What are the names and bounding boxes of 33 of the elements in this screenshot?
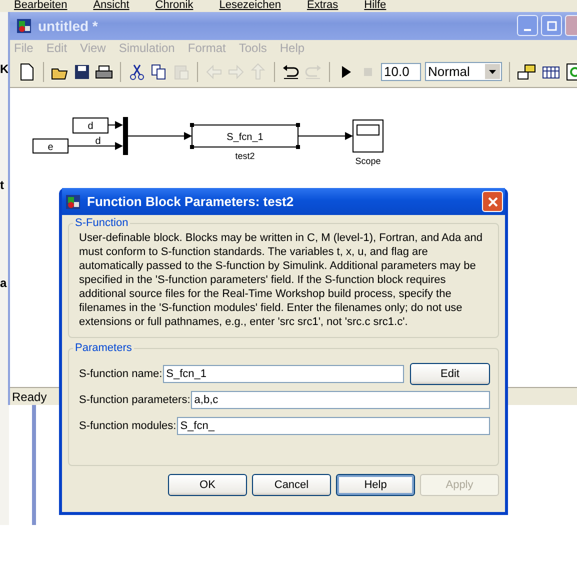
menu-item[interactable]: Extras — [306, 0, 338, 12]
input-field[interactable]: S_fcn_1 — [163, 364, 404, 382]
group-title: S-Function — [74, 217, 130, 229]
constant-block[interactable]: d — [72, 118, 108, 134]
text-fragment: a — [0, 276, 7, 290]
group-title: Parameters — [74, 342, 133, 354]
window-title: untitled * — [38, 18, 98, 34]
stop-time-field[interactable]: 10.0 — [381, 62, 421, 81]
mode-dropdown[interactable]: Normal — [425, 62, 502, 82]
dialog-button[interactable]: OK — [168, 474, 247, 496]
menu-item[interactable]: Chronik — [155, 0, 194, 12]
dialog-button[interactable]: Cancel — [252, 474, 331, 496]
field-label: S-function name: — [79, 368, 162, 380]
text-fragment: t — [0, 178, 4, 192]
block-caption: Scope — [355, 156, 381, 166]
block-caption: test2 — [235, 151, 255, 162]
dialog-button[interactable]: Help — [336, 474, 415, 496]
text-fragment: K — [0, 62, 9, 76]
menu-item[interactable]: Hilfe — [364, 0, 386, 12]
menu-item[interactable]: Lesezeichen — [219, 0, 281, 12]
status-text: Ready — [12, 390, 47, 404]
description-text: User-definable block. Blocks may be written in C, M (level-1), Fortran, and Ada and must conform to S-function standards. The variables t, x, u, and flag are automatically passed to the S-function by Simulink. Additional parameters may be specified in the 'S-function parameters' field. If the S-function block requires additional source files for the Real-Time Workshop build process, specify the filenames in the 'S-function modules' field. Enter the filenames only; do not use extensions or full pathnames, e.g., enter 'src src1', not 'src.c src1.c'. — [79, 231, 484, 329]
dialog-title: Function Block Parameters: test2 — [87, 194, 294, 209]
edit-button[interactable]: Edit — [410, 362, 490, 384]
s-function-block[interactable]: S_fcn_1 — [190, 123, 300, 150]
input-field[interactable]: S_fcn_ — [177, 416, 490, 434]
signal-label: d — [95, 136, 101, 148]
menu-item[interactable]: Bearbeiten — [14, 0, 68, 12]
menu-item[interactable]: Ansicht — [93, 0, 130, 12]
field-label: S-function parameters: — [79, 394, 190, 406]
constant-block[interactable]: e — [32, 138, 68, 154]
input-field[interactable]: a,b,c — [191, 390, 490, 408]
field-label: S-function modules: — [79, 420, 176, 432]
